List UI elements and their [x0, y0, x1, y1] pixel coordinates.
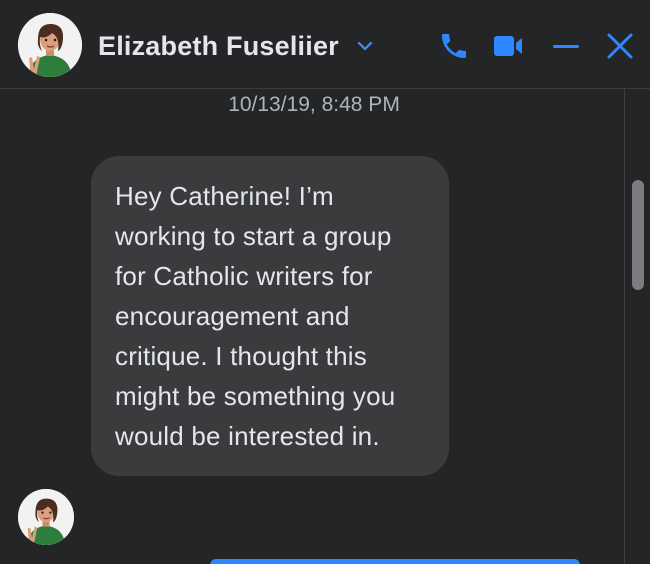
video-camera-icon[interactable]	[490, 28, 526, 64]
message-list[interactable]: 10/13/19, 8:48 PM Hey Catherine! I’m wor…	[0, 89, 628, 564]
avatar-illustration	[18, 489, 74, 545]
scrollbar-thumb[interactable]	[632, 180, 644, 290]
next-message-bubble-edge	[210, 559, 580, 564]
chat-header: Elizabeth Fuseliier	[0, 0, 650, 89]
scrollbar-track[interactable]	[624, 89, 650, 564]
contact-name-dropdown[interactable]: Elizabeth Fuseliier	[98, 24, 375, 68]
avatar-illustration	[18, 13, 82, 77]
chat-window: Elizabeth Fuseliier 10/13/19, 8:48 PM He…	[0, 0, 650, 564]
close-icon[interactable]	[602, 28, 638, 64]
message-timestamp: 10/13/19, 8:48 PM	[228, 93, 400, 116]
message-bubble[interactable]: Hey Catherine! I’m working to start a gr…	[91, 156, 449, 476]
chevron-down-icon	[355, 36, 375, 56]
phone-icon[interactable]	[436, 28, 472, 64]
minimize-icon[interactable]	[548, 28, 584, 64]
sender-avatar[interactable]	[18, 489, 74, 545]
contact-avatar[interactable]	[18, 13, 82, 77]
contact-name: Elizabeth Fuseliier	[98, 30, 339, 61]
